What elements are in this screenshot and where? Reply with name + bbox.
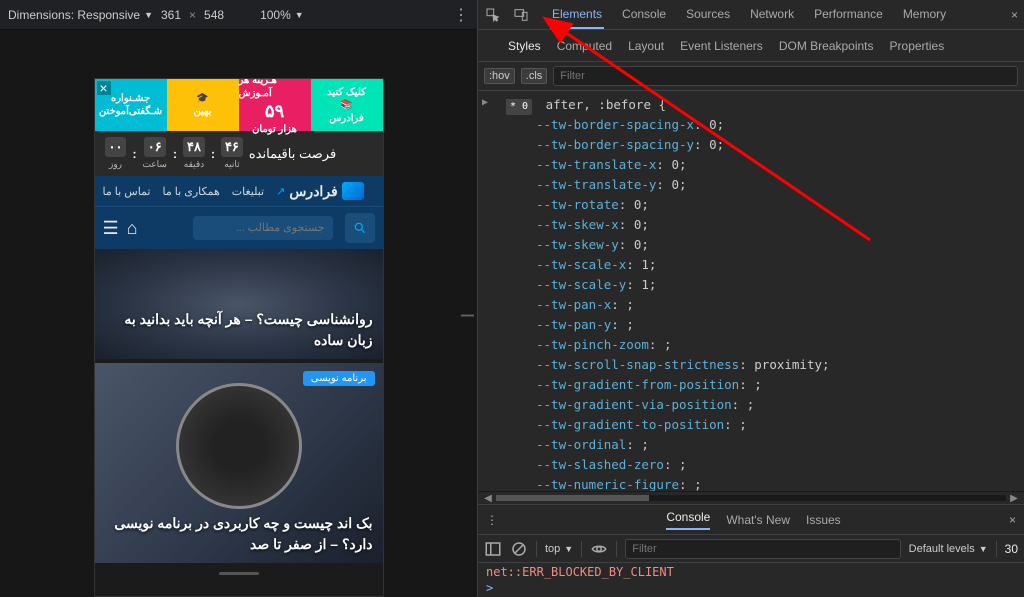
console-filter-input[interactable]	[625, 539, 900, 559]
expand-icon[interactable]: ▶	[482, 95, 488, 111]
hov-toggle[interactable]: :hov	[484, 68, 515, 84]
css-declaration[interactable]: --tw-slashed-zero: ;	[486, 455, 1016, 475]
viewport-height[interactable]: 548	[204, 8, 224, 22]
countdown-label: فرصت باقیمانده	[249, 146, 336, 162]
zoom-dropdown[interactable]: 100%▼	[260, 8, 304, 22]
hamburger-icon[interactable]: ☰	[103, 218, 119, 239]
styles-filter-input[interactable]	[553, 66, 1018, 86]
css-declaration[interactable]: --tw-gradient-to-position: ;	[486, 415, 1016, 435]
console-output: net::ERR_BLOCKED_BY_CLIENT >	[478, 563, 1024, 597]
subtab-dombreakpoints[interactable]: DOM Breakpoints	[779, 39, 874, 53]
external-link-icon: ↗	[276, 185, 285, 198]
devtools-toolbar: Elements Console Sources Network Perform…	[478, 0, 1024, 30]
cls-toggle[interactable]: .cls	[521, 68, 548, 84]
nav-link-contact[interactable]: تماس با ما	[103, 185, 151, 198]
console-error-line[interactable]: net::ERR_BLOCKED_BY_CLIENT	[486, 565, 1016, 579]
tab-network[interactable]: Network	[748, 1, 796, 29]
drawer-close-icon[interactable]: ×	[1009, 513, 1016, 527]
device-toggle-icon[interactable]	[512, 6, 530, 24]
log-levels-dropdown[interactable]: Default levels▼	[909, 543, 988, 555]
css-declaration[interactable]: --tw-pinch-zoom: ;	[486, 335, 1016, 355]
device-viewport: × جشـنوارهشـگفتی‌آموختن 🎓بهین هـزینه هر …	[0, 30, 477, 597]
styles-filter-row: :hov .cls	[478, 62, 1024, 91]
banner-seg-2: 🎓بهین	[167, 79, 239, 131]
live-expression-icon[interactable]	[590, 540, 608, 558]
article-tag[interactable]: برنامه نویسی	[303, 371, 375, 386]
drawer-tab-console[interactable]: Console	[666, 510, 710, 530]
horizontal-scrollbar[interactable]: ◀ ▶	[478, 491, 1024, 505]
subtab-computed[interactable]: Computed	[557, 39, 612, 53]
css-declaration[interactable]: --tw-border-spacing-y: 0;	[486, 135, 1016, 155]
tab-console[interactable]: Console	[620, 1, 668, 29]
css-declaration[interactable]: --tw-pan-x: ;	[486, 295, 1016, 315]
tab-memory[interactable]: Memory	[901, 1, 948, 29]
drawer-tab-whatsnew[interactable]: What's New	[726, 513, 790, 527]
times-icon: ×	[189, 8, 196, 22]
css-declaration[interactable]: --tw-ordinal: ;	[486, 435, 1016, 455]
brand-logo[interactable]: فرادرس ↗	[276, 182, 364, 200]
css-declaration[interactable]: --tw-numeric-figure: ;	[486, 475, 1016, 491]
clear-console-icon[interactable]	[510, 540, 528, 558]
css-declaration[interactable]: --tw-scroll-snap-strictness: proximity;	[486, 355, 1016, 375]
css-declaration[interactable]: --tw-border-spacing-x: 0;	[486, 115, 1016, 135]
subtab-layout[interactable]: Layout	[628, 39, 664, 53]
drawer-menu-icon[interactable]: ⋮	[486, 513, 498, 527]
nav-link-ads[interactable]: تبلیغات	[232, 185, 264, 198]
issue-count[interactable]: 30	[1005, 542, 1018, 556]
css-declaration[interactable]: --tw-rotate: 0;	[486, 195, 1016, 215]
search-button[interactable]	[345, 213, 375, 243]
banner-close-icon[interactable]: ×	[97, 81, 111, 95]
subtab-styles[interactable]: Styles	[508, 39, 541, 53]
home-icon[interactable]: ⌂	[127, 218, 138, 239]
scroll-right-icon[interactable]: ▶	[1008, 493, 1020, 504]
resize-handle-bottom[interactable]	[95, 567, 383, 579]
dimensions-dropdown[interactable]: Dimensions: Responsive▼	[8, 8, 153, 22]
subtab-properties[interactable]: Properties	[890, 39, 945, 53]
promo-banner[interactable]: × جشـنوارهشـگفتی‌آموختن 🎓بهین هـزینه هر …	[95, 79, 383, 131]
css-rules-panel[interactable]: ▶ * 0 after, :before { --tw-border-spaci…	[478, 91, 1024, 491]
console-toolbar: top ▼ Default levels▼ 30	[478, 535, 1024, 563]
css-declaration[interactable]: --tw-gradient-from-position: ;	[486, 375, 1016, 395]
console-sidebar-icon[interactable]	[484, 540, 502, 558]
search-icon	[353, 221, 367, 235]
search-input[interactable]	[193, 216, 333, 240]
css-declaration[interactable]: --tw-scale-y: 1;	[486, 275, 1016, 295]
resize-handle-right[interactable]: ||	[461, 313, 477, 314]
banner-seg-4: کلیک کنید📚فرادرس	[311, 79, 383, 131]
css-declaration[interactable]: --tw-scale-x: 1;	[486, 255, 1016, 275]
css-declaration[interactable]: --tw-translate-x: 0;	[486, 155, 1016, 175]
nav-link-collab[interactable]: همکاری با ما	[162, 185, 219, 198]
css-declaration[interactable]: --tw-pan-y: ;	[486, 315, 1016, 335]
css-declaration[interactable]: --tw-skew-y: 0;	[486, 235, 1016, 255]
mobile-preview: × جشـنوارهشـگفتی‌آموختن 🎓بهین هـزینه هر …	[94, 78, 384, 597]
css-declaration[interactable]: --tw-skew-x: 0;	[486, 215, 1016, 235]
tab-elements[interactable]: Elements	[550, 1, 604, 29]
tab-sources[interactable]: Sources	[684, 1, 732, 29]
drawer-tab-issues[interactable]: Issues	[806, 513, 841, 527]
site-toolbar: ☰ ⌂	[95, 206, 383, 249]
styles-subtabs: Styles Computed Layout Event Listeners D…	[478, 30, 1024, 62]
specificity-badge: * 0	[506, 99, 532, 115]
article-title-1: روانشناسی چیست؟ – هر آنچه باید بدانید به…	[105, 309, 373, 351]
countdown: فرصت باقیمانده ۴۶ثانیه : ۴۸دقیقه : ۰۶ساع…	[95, 131, 383, 176]
css-declaration[interactable]: --tw-translate-y: 0;	[486, 175, 1016, 195]
console-context[interactable]: top ▼	[545, 543, 573, 555]
device-toolbar: Dimensions: Responsive▼ 361 × 548 100%▼ …	[0, 0, 477, 30]
banner-seg-3: هـزینه هر آمـوزش۵۹هزار تومان	[239, 79, 311, 131]
devtools-close-icon[interactable]: ×	[1011, 8, 1018, 22]
css-declaration[interactable]: --tw-gradient-via-position: ;	[486, 395, 1016, 415]
scroll-left-icon[interactable]: ◀	[482, 493, 494, 504]
article-card-1[interactable]: روانشناسی چیست؟ – هر آنچه باید بدانید به…	[95, 249, 383, 359]
article-card-2[interactable]: برنامه نویسی بک اند چیست و چه کاربردی در…	[95, 363, 383, 563]
viewport-width[interactable]: 361	[161, 8, 181, 22]
inspect-element-icon[interactable]	[484, 6, 502, 24]
device-menu-icon[interactable]: ⋮	[453, 5, 469, 25]
subtab-eventlisteners[interactable]: Event Listeners	[680, 39, 763, 53]
tab-performance[interactable]: Performance	[812, 1, 885, 29]
article-title-2: بک اند چیست و چه کاربردی در برنامه نویسی…	[105, 513, 373, 555]
site-navbar: فرادرس ↗ تبلیغات همکاری با ما تماس با ما	[95, 176, 383, 206]
drawer-tabs: ⋮ Console What's New Issues ×	[478, 505, 1024, 535]
console-prompt[interactable]: >	[486, 581, 1016, 595]
